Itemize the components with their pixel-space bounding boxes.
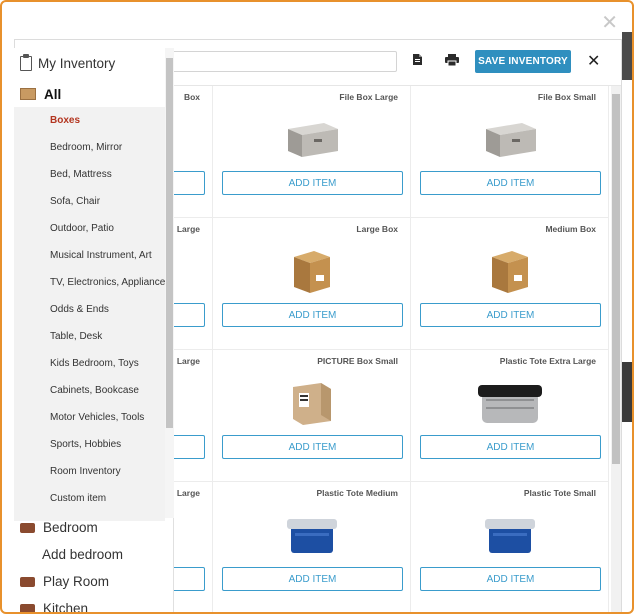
item-name: File Box Small xyxy=(537,92,596,102)
category-item[interactable]: Bedroom, Mirror xyxy=(50,142,122,153)
grid-scrollbar[interactable] xyxy=(611,86,621,612)
item-image xyxy=(411,376,608,430)
item-name: Plastic Tote Small xyxy=(523,488,596,498)
add-bedroom-link[interactable]: Add bedroom xyxy=(42,547,123,562)
item-card: Plastic Tote Medium ADD ITEM xyxy=(213,482,411,612)
item-card: File Box Large ADD ITEM xyxy=(213,86,411,218)
category-item[interactable]: Outdoor, Patio xyxy=(50,223,114,234)
item-image xyxy=(411,508,608,562)
room-label: Kitchen xyxy=(43,601,89,614)
background-strip xyxy=(622,32,632,80)
item-name: PICTURE Box Small xyxy=(317,356,398,366)
item-name: Medium Box xyxy=(545,224,596,234)
item-image xyxy=(213,508,410,562)
add-item-button[interactable]: ADD ITEM xyxy=(420,171,601,195)
bed-icon xyxy=(20,522,35,533)
item-image xyxy=(213,112,410,166)
sidebar-header: My Inventory xyxy=(20,54,116,71)
category-item[interactable]: Motor Vehicles, Tools xyxy=(50,412,144,423)
category-item[interactable]: Sofa, Chair xyxy=(50,196,100,207)
print-icon[interactable] xyxy=(445,54,459,69)
room-bedroom[interactable]: Bedroom xyxy=(20,520,98,535)
item-name: Large xyxy=(176,224,200,234)
item-name: Large xyxy=(176,356,200,366)
add-item-button[interactable]: ADD ITEM xyxy=(222,567,403,591)
category-item[interactable]: Sports, Hobbies xyxy=(50,439,121,450)
sidebar-title: My Inventory xyxy=(38,56,116,71)
add-item-button[interactable]: ADD ITEM xyxy=(420,567,601,591)
item-card: Large Box ADD ITEM xyxy=(213,218,411,350)
category-item[interactable]: Room Inventory xyxy=(50,466,121,477)
close-icon[interactable]: ✕ xyxy=(587,51,600,70)
category-item[interactable]: Odds & Ends xyxy=(50,304,109,315)
room-play-room[interactable]: Play Room xyxy=(20,574,109,589)
item-card: Plastic Tote Small ADD ITEM xyxy=(411,482,609,612)
bed-icon xyxy=(20,576,35,587)
modal-frame: ✕ SAVE INVENTORY ✕ BoxADD ITEMFile Box L… xyxy=(0,0,634,614)
item-name: Large Box xyxy=(356,224,398,234)
item-name: Plastic Tote Extra Large xyxy=(499,356,596,366)
modal-close-icon[interactable]: ✕ xyxy=(601,12,618,32)
grid-scroll-thumb[interactable] xyxy=(612,94,620,464)
category-item[interactable]: TV, Electronics, Appliance xyxy=(50,277,165,288)
category-all-label: All xyxy=(44,86,62,102)
room-label: Bedroom xyxy=(43,520,98,535)
add-item-button[interactable]: ADD ITEM xyxy=(222,435,403,459)
category-item[interactable]: Table, Desk xyxy=(50,331,102,342)
item-image xyxy=(213,376,410,430)
item-name: Large xyxy=(176,488,200,498)
add-item-button[interactable]: ADD ITEM xyxy=(420,435,601,459)
item-name: Box xyxy=(183,92,200,102)
item-image xyxy=(411,244,608,298)
item-card: Plastic Tote Extra Large ADD ITEM xyxy=(411,350,609,482)
background-strip xyxy=(622,362,632,422)
category-item[interactable]: Cabinets, Bookcase xyxy=(50,385,139,396)
category-all[interactable]: All xyxy=(14,81,165,107)
item-image xyxy=(213,244,410,298)
document-icon[interactable] xyxy=(413,54,422,68)
item-card: File Box Small ADD ITEM xyxy=(411,86,609,218)
category-list: Boxes Bedroom, Mirror Bed, Mattress Sofa, C… xyxy=(14,107,165,521)
item-name: File Box Large xyxy=(339,92,398,102)
sidebar-scrollbar[interactable] xyxy=(165,48,174,518)
save-inventory-button[interactable]: SAVE INVENTORY xyxy=(475,50,571,73)
add-item-button[interactable]: ADD ITEM xyxy=(222,303,403,327)
add-bedroom-label: Add bedroom xyxy=(42,547,124,562)
room-label: Play Room xyxy=(43,574,110,589)
kitchen-icon xyxy=(20,603,35,612)
clipboard-icon xyxy=(20,54,32,71)
category-item[interactable]: Musical Instrument, Art xyxy=(50,250,152,261)
room-kitchen[interactable]: Kitchen xyxy=(20,601,89,614)
category-item[interactable]: Custom item xyxy=(50,493,106,504)
category-item[interactable]: Kids Bedroom, Toys xyxy=(50,358,139,369)
search-input[interactable] xyxy=(165,51,397,72)
item-card: PICTURE Box Small ADD ITEM xyxy=(213,350,411,482)
item-card: Medium Box ADD ITEM xyxy=(411,218,609,350)
sidebar-scroll-thumb[interactable] xyxy=(166,58,173,428)
category-item[interactable]: Bed, Mattress xyxy=(50,169,112,180)
category-item[interactable]: Boxes xyxy=(50,115,80,126)
item-image xyxy=(411,112,608,166)
box-icon xyxy=(20,88,36,100)
add-item-button[interactable]: ADD ITEM xyxy=(222,171,403,195)
item-name: Plastic Tote Medium xyxy=(316,488,398,498)
inventory-sidebar: My Inventory All Boxes Bedroom, Mirror Bed… xyxy=(14,48,174,614)
add-item-button[interactable]: ADD ITEM xyxy=(420,303,601,327)
